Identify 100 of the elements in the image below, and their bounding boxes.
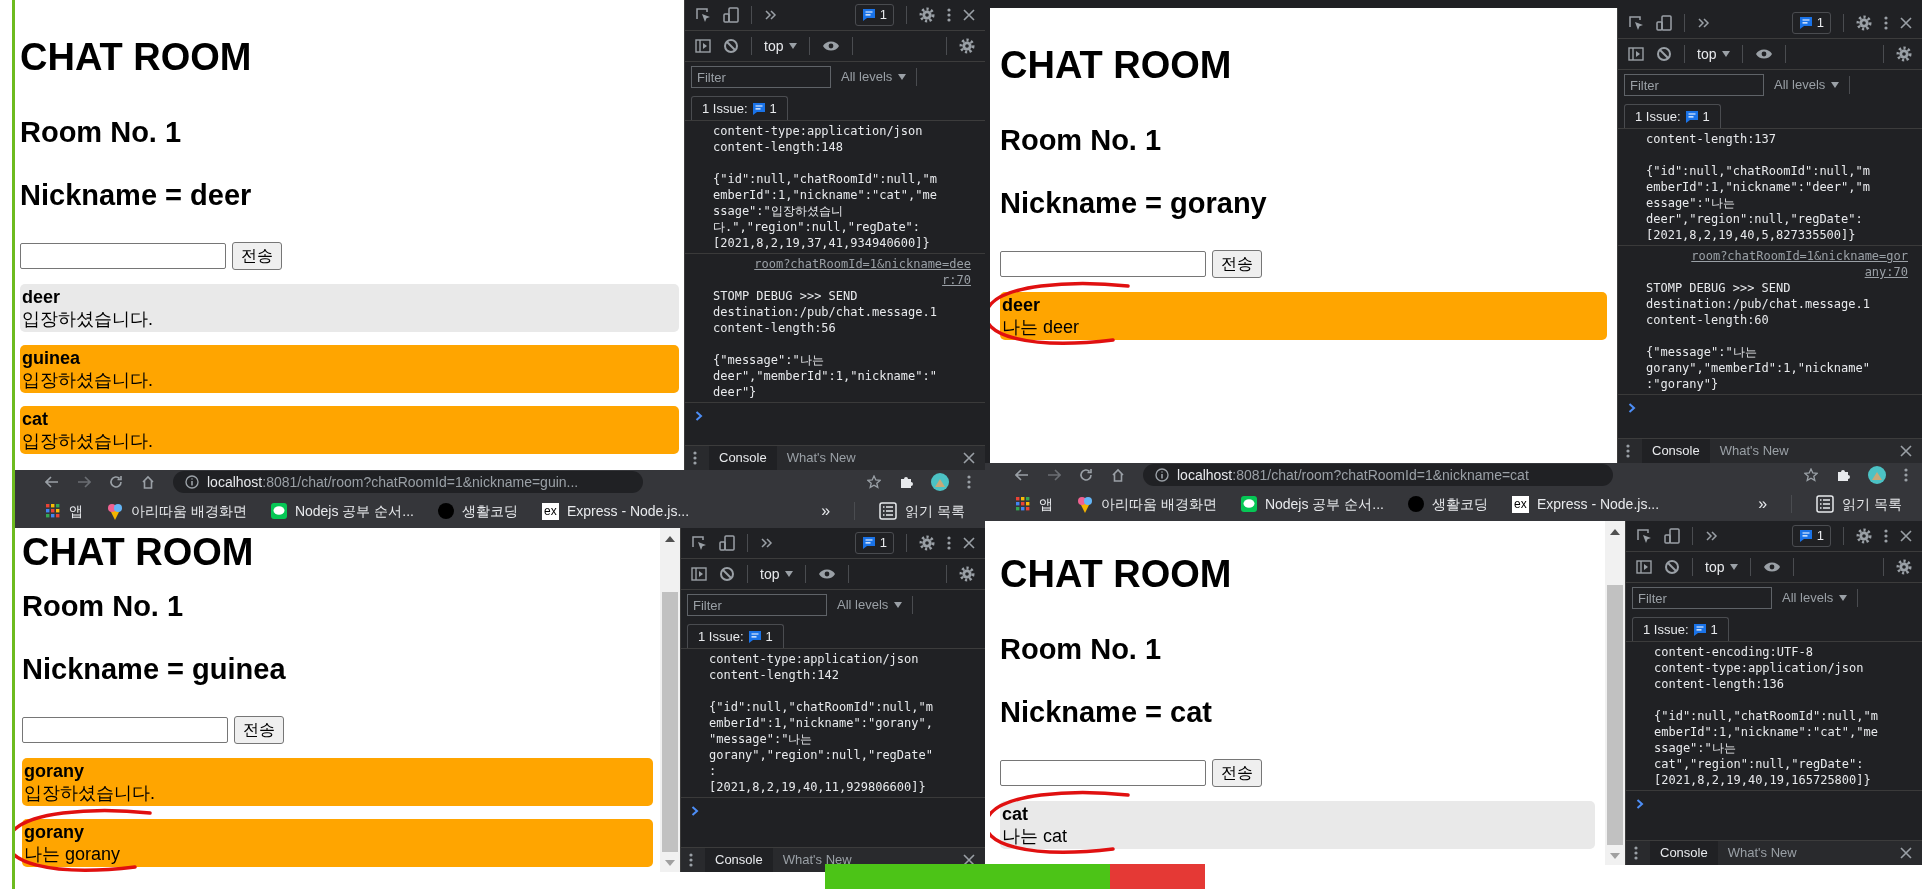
back-icon[interactable]: [45, 476, 59, 488]
clear-icon[interactable]: [719, 566, 735, 582]
address-bar[interactable]: localhost:8081/chat/room?chatRoomId=1&nickname=guin...: [173, 471, 643, 493]
send-button[interactable]: 전송: [1212, 250, 1262, 278]
levels-dropdown[interactable]: All levels: [841, 67, 907, 87]
issues-button[interactable]: 1: [1791, 525, 1831, 547]
more-icon[interactable]: [1626, 443, 1630, 459]
issues-button[interactable]: 1 Issue: 1: [1624, 104, 1721, 128]
more-icon[interactable]: [1884, 528, 1888, 544]
drawer-tab[interactable]: Console: [709, 446, 777, 470]
source-link[interactable]: room?chatRoomId=1&nickname=gor any:70: [1691, 248, 1908, 280]
eye-icon[interactable]: [1763, 561, 1782, 573]
device-icon[interactable]: [1664, 528, 1680, 544]
close-icon[interactable]: [1900, 17, 1912, 29]
drawer-tab[interactable]: What's New: [772, 848, 862, 872]
more-bookmarks-button[interactable]: »: [821, 499, 831, 523]
message-input[interactable]: [22, 717, 228, 743]
drawer-tab[interactable]: Console: [705, 848, 773, 872]
more-icon[interactable]: [1634, 845, 1638, 861]
clear-icon[interactable]: [1656, 46, 1672, 62]
sidebar-icon[interactable]: [1628, 46, 1644, 62]
settings-icon[interactable]: [959, 38, 975, 54]
close-icon[interactable]: [963, 537, 975, 549]
address-bar[interactable]: localhost:8081/chat/room?chatRoomId=1&nickname=cat: [1143, 464, 1613, 486]
chevrons-icon[interactable]: [1697, 16, 1711, 30]
drawer-tab[interactable]: What's New: [776, 446, 866, 470]
sidebar-icon[interactable]: [1636, 559, 1652, 575]
drawer-tab[interactable]: Console: [1650, 841, 1718, 865]
bookmark[interactable]: 앱: [45, 500, 83, 522]
close-icon[interactable]: [1900, 847, 1912, 859]
filter-field[interactable]: Filter: [691, 66, 831, 88]
inspect-icon[interactable]: [691, 535, 707, 551]
scroll-up-icon[interactable]: [665, 536, 675, 542]
home-icon[interactable]: [1111, 468, 1125, 482]
levels-dropdown[interactable]: All levels: [1782, 588, 1848, 608]
sidebar-icon[interactable]: [691, 566, 707, 582]
issues-button[interactable]: 1 Issue: 1: [687, 624, 784, 648]
settings-icon[interactable]: [1896, 559, 1912, 575]
settings-icon[interactable]: [1856, 528, 1872, 544]
filter-field[interactable]: Filter: [687, 594, 827, 616]
message-input[interactable]: [1000, 760, 1206, 786]
source-link[interactable]: room?chatRoomId=1&nickname=dee r:70: [754, 256, 971, 288]
settings-icon[interactable]: [1896, 46, 1912, 62]
star-icon[interactable]: [867, 475, 881, 489]
drawer-tab[interactable]: What's New: [1717, 841, 1807, 865]
bookmark[interactable]: 생활코딩: [1407, 493, 1488, 515]
drawer-tab[interactable]: What's New: [1709, 439, 1799, 463]
close-icon[interactable]: [963, 854, 975, 866]
more-icon[interactable]: [693, 450, 697, 466]
context-dropdown[interactable]: top: [1697, 43, 1731, 65]
close-icon[interactable]: [963, 9, 975, 21]
send-button[interactable]: 전송: [232, 242, 282, 270]
more-bookmarks-button[interactable]: »: [1758, 492, 1768, 516]
bookmark[interactable]: 생활코딩: [437, 500, 518, 522]
reload-icon[interactable]: [109, 475, 123, 489]
eye-icon[interactable]: [822, 40, 841, 52]
eye-icon[interactable]: [818, 568, 837, 580]
chevrons-icon[interactable]: [760, 536, 774, 550]
bookmark[interactable]: 앱: [1015, 493, 1053, 515]
scrollbar[interactable]: [660, 528, 680, 872]
issues-button[interactable]: 1 Issue: 1: [691, 96, 788, 120]
more-icon[interactable]: [947, 535, 951, 551]
device-icon[interactable]: [719, 535, 735, 551]
levels-dropdown[interactable]: All levels: [837, 595, 903, 615]
bookmark[interactable]: 아리따움 배경화면: [1077, 493, 1217, 515]
puzzle-icon[interactable]: [1836, 468, 1850, 482]
drawer-tab[interactable]: Console: [1642, 439, 1710, 463]
context-dropdown[interactable]: top: [1705, 556, 1739, 578]
forward-icon[interactable]: [77, 476, 91, 488]
filter-field[interactable]: Filter: [1632, 587, 1772, 609]
scroll-up-icon[interactable]: [1610, 529, 1620, 535]
more-icon[interactable]: [1904, 467, 1908, 483]
more-icon[interactable]: [1884, 15, 1888, 31]
avatar[interactable]: [931, 473, 949, 491]
back-icon[interactable]: [1015, 469, 1029, 481]
message-input[interactable]: [20, 243, 226, 269]
settings-icon[interactable]: [1856, 15, 1872, 31]
context-dropdown[interactable]: top: [764, 35, 798, 57]
home-icon[interactable]: [141, 475, 155, 489]
context-dropdown[interactable]: top: [760, 563, 794, 585]
close-icon[interactable]: [1900, 445, 1912, 457]
close-icon[interactable]: [963, 452, 975, 464]
issues-button[interactable]: 1: [854, 532, 894, 554]
issues-button[interactable]: 1: [854, 4, 894, 26]
forward-icon[interactable]: [1047, 469, 1061, 481]
avatar[interactable]: [1868, 466, 1886, 484]
chevrons-icon[interactable]: [764, 8, 778, 22]
inspect-icon[interactable]: [695, 7, 711, 23]
close-icon[interactable]: [1900, 530, 1912, 542]
clear-icon[interactable]: [1664, 559, 1680, 575]
levels-dropdown[interactable]: All levels: [1774, 75, 1840, 95]
bookmark[interactable]: Nodejs 공부 순서...: [270, 500, 414, 522]
send-button[interactable]: 전송: [1212, 759, 1262, 787]
inspect-icon[interactable]: [1636, 528, 1652, 544]
reading-list-button[interactable]: 읽기 목록: [1816, 493, 1902, 515]
sidebar-icon[interactable]: [695, 38, 711, 54]
bookmark[interactable]: ex Express - Node.js...: [1511, 493, 1660, 515]
inspect-icon[interactable]: [1628, 15, 1644, 31]
settings-icon[interactable]: [919, 7, 935, 23]
issues-button[interactable]: 1: [1791, 12, 1831, 34]
